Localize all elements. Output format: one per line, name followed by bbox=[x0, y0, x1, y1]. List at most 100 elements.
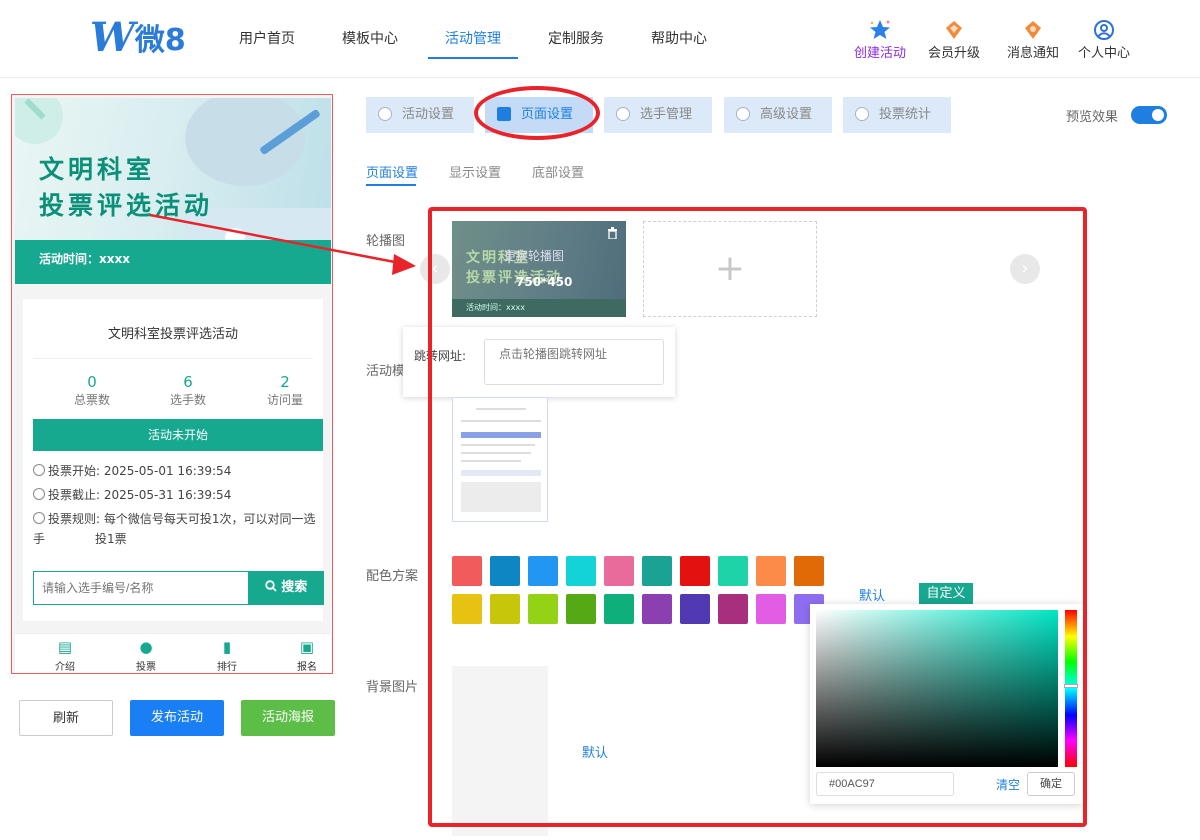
add-carousel-button[interactable]: + bbox=[643, 221, 817, 317]
refresh-button[interactable]: 刷新 bbox=[19, 700, 113, 736]
tab-contestant-management[interactable]: 选手管理 bbox=[604, 97, 712, 133]
background-image-preview[interactable] bbox=[452, 666, 548, 836]
clock-icon bbox=[33, 488, 45, 500]
top-header: W 微8 用户首页 模板中心 活动管理 定制服务 帮助中心 创建活动 会员升级 … bbox=[0, 0, 1200, 78]
color-swatch[interactable] bbox=[718, 556, 748, 586]
preview-effect-label: 预览效果 bbox=[1066, 110, 1119, 125]
layout-icon bbox=[497, 107, 511, 121]
tab-label: 高级设置 bbox=[760, 107, 813, 122]
color-swatch[interactable] bbox=[794, 556, 824, 586]
search-button[interactable]: 搜索 bbox=[248, 571, 324, 605]
replace-carousel-label: 更换轮播图 bbox=[504, 249, 565, 263]
notifications-button[interactable]: 消息通知 bbox=[998, 18, 1068, 61]
search-input[interactable] bbox=[34, 572, 248, 604]
create-activity-button[interactable]: 创建活动 bbox=[845, 18, 915, 61]
vote-start-label: 投票开始: bbox=[48, 464, 101, 478]
vote-end-label: 投票截止: bbox=[48, 488, 101, 502]
bottom-nav-label: 排行 bbox=[217, 662, 237, 673]
hue-slider-thumb[interactable] bbox=[1064, 684, 1078, 688]
color-swatch[interactable] bbox=[756, 594, 786, 624]
bottom-nav-intro[interactable]: ▤ 介绍 bbox=[35, 636, 95, 673]
nav-home[interactable]: 用户首页 bbox=[239, 28, 295, 48]
user-icon bbox=[1069, 18, 1139, 42]
diamond-icon bbox=[919, 18, 989, 42]
divider bbox=[33, 358, 313, 359]
carousel-thumb-time: 活动时间：xxxx bbox=[466, 303, 525, 312]
color-swatch[interactable] bbox=[604, 556, 634, 586]
saturation-value-panel[interactable] bbox=[816, 610, 1066, 767]
nav-activity-management[interactable]: 活动管理 bbox=[445, 28, 501, 48]
color-swatch[interactable] bbox=[490, 556, 520, 586]
vote-rule-row-continued: 投1票 bbox=[33, 529, 323, 549]
background-default-button[interactable]: 默认 bbox=[582, 742, 608, 761]
subtab-active-underline bbox=[366, 184, 416, 186]
color-mode-default[interactable]: 默认 bbox=[859, 585, 885, 604]
activity-info-card: 文明科室投票评选活动 0 总票数 6 选手数 2 访问量 活动未开始 投票开始:… bbox=[23, 299, 324, 621]
logo-w: W bbox=[90, 13, 135, 61]
nav-templates[interactable]: 模板中心 bbox=[342, 28, 398, 48]
tab-activity-settings[interactable]: 活动设置 bbox=[366, 97, 474, 133]
preview-effect-toggle[interactable] bbox=[1131, 106, 1167, 124]
activity-poster-button[interactable]: 活动海报 bbox=[241, 700, 335, 736]
color-swatch[interactable] bbox=[452, 594, 482, 624]
color-swatch[interactable] bbox=[604, 594, 634, 624]
banner-time: 活动时间：xxxx bbox=[39, 252, 130, 266]
logo[interactable]: W 微8 bbox=[90, 13, 186, 61]
tab-vote-stats[interactable]: 投票统计 bbox=[843, 97, 951, 133]
clear-color-button[interactable]: 清空 bbox=[996, 776, 1020, 793]
subtab-page-settings[interactable]: 页面设置 bbox=[366, 162, 418, 181]
hue-slider[interactable] bbox=[1064, 610, 1078, 767]
info-icon bbox=[33, 512, 45, 524]
personal-center-button[interactable]: 个人中心 bbox=[1069, 18, 1139, 61]
color-swatch[interactable] bbox=[452, 556, 482, 586]
bottom-nav-signup[interactable]: ▣ 报名 bbox=[277, 636, 332, 673]
color-swatch[interactable] bbox=[642, 556, 672, 586]
publish-activity-button[interactable]: 发布活动 bbox=[130, 700, 224, 736]
preview-banner: 文明科室 投票评选活动 活动时间：xxxx bbox=[15, 98, 331, 284]
vote-rule-label: 投票规则: bbox=[48, 512, 101, 526]
member-upgrade-button[interactable]: 会员升级 bbox=[919, 18, 989, 61]
color-swatch[interactable] bbox=[566, 594, 596, 624]
subtab-display-settings[interactable]: 显示设置 bbox=[449, 162, 501, 181]
confirm-color-button[interactable]: 确定 bbox=[1027, 772, 1075, 796]
vote-end-row: 投票截止: 2025-05-31 16:39:54 bbox=[33, 485, 323, 505]
nav-custom-service[interactable]: 定制服务 bbox=[548, 28, 604, 48]
template-line bbox=[476, 408, 526, 410]
color-swatch[interactable] bbox=[528, 556, 558, 586]
color-swatch[interactable] bbox=[718, 594, 748, 624]
bell-icon bbox=[998, 18, 1068, 42]
bottom-nav-ranking[interactable]: ▮ 排行 bbox=[197, 636, 257, 673]
carousel-prev-button[interactable]: ‹ bbox=[420, 254, 450, 284]
trash-icon[interactable] bbox=[607, 227, 618, 242]
carousel-image[interactable]: 文明科室 投票评选活动 更换轮播图 750*450 活动时间：xxxx bbox=[452, 221, 626, 317]
template-thumbnail[interactable] bbox=[452, 397, 548, 522]
id-card-icon: ▣ bbox=[299, 638, 315, 656]
logo-text: 微8 bbox=[134, 23, 186, 58]
color-swatch[interactable] bbox=[756, 556, 786, 586]
color-swatch[interactable] bbox=[680, 594, 710, 624]
subtab-footer-settings[interactable]: 底部设置 bbox=[532, 162, 584, 181]
jump-url-input[interactable] bbox=[484, 339, 664, 385]
carousel-next-button[interactable]: › bbox=[1010, 254, 1040, 284]
template-line bbox=[461, 444, 535, 446]
color-mode-custom[interactable]: 自定义 bbox=[919, 583, 973, 605]
color-swatch[interactable] bbox=[566, 556, 596, 586]
bottom-nav-label: 报名 bbox=[297, 662, 317, 673]
nav-help[interactable]: 帮助中心 bbox=[651, 28, 707, 48]
settings-icon bbox=[378, 107, 392, 121]
color-swatch[interactable] bbox=[528, 594, 558, 624]
star-icon bbox=[845, 18, 915, 42]
color-swatch[interactable] bbox=[490, 594, 520, 624]
jump-url-label: 跳转网址: bbox=[414, 349, 467, 363]
activity-status-bar[interactable]: 活动未开始 bbox=[33, 419, 323, 451]
color-swatch[interactable] bbox=[642, 594, 672, 624]
color-swatch[interactable] bbox=[680, 556, 710, 586]
bottom-nav-vote[interactable]: ● 投票 bbox=[116, 636, 176, 673]
tab-page-settings[interactable]: 页面设置 bbox=[485, 97, 593, 133]
template-line bbox=[461, 452, 531, 454]
contestant-search: 搜索 bbox=[33, 571, 324, 605]
vote-end-value: 2025-05-31 16:39:54 bbox=[103, 488, 232, 502]
create-activity-label: 创建活动 bbox=[853, 46, 906, 61]
tab-advanced-settings[interactable]: 高级设置 bbox=[724, 97, 832, 133]
hex-color-input[interactable] bbox=[816, 772, 954, 796]
